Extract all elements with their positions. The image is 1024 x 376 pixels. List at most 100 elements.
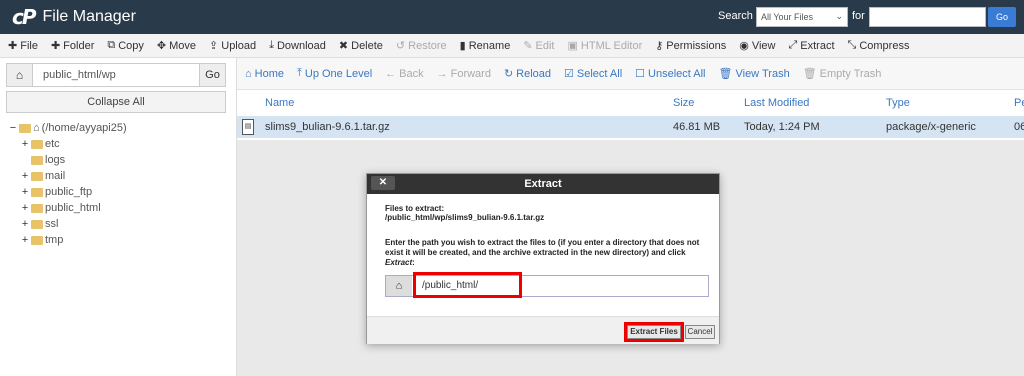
folder-icon xyxy=(31,187,43,197)
extract-icon: ⤢ xyxy=(788,39,798,51)
nav-item-label: Unselect All xyxy=(648,67,706,80)
column-type[interactable]: Type xyxy=(886,97,910,109)
archive-file-icon: ▤ xyxy=(242,119,254,135)
toolbar-item-label: Extract xyxy=(800,39,835,52)
brand[interactable]: cP File Manager xyxy=(12,5,136,29)
trash-icon: 🗑 xyxy=(718,68,733,80)
eye-icon: ◉ xyxy=(739,40,749,52)
cpanel-logo: cP xyxy=(12,5,36,29)
tree-item-label: logs xyxy=(45,154,66,166)
tree-item[interactable]: + tmp xyxy=(6,232,226,248)
toolbar-item-label: HTML Editor xyxy=(580,39,643,52)
tree-item[interactable]: − ⌂ (/home/ayyapi25) xyxy=(6,120,226,136)
tree-item[interactable]: + mail xyxy=(6,168,226,184)
plus-icon: ✚ xyxy=(50,40,61,52)
toolbar-restore-button: ↺ Restore xyxy=(396,39,447,53)
tree-item[interactable]: + ssl xyxy=(6,216,226,232)
toolbar-extract-button[interactable]: ⤢ Extract xyxy=(788,39,834,52)
plus-icon: ✚ xyxy=(8,40,18,52)
key-icon: ⚷ xyxy=(655,40,664,52)
tree-item-label: (/home/ayyapi25) xyxy=(41,122,127,134)
folder-icon xyxy=(31,171,43,181)
toolbar-rename-button[interactable]: ▮ Rename xyxy=(459,39,511,53)
instructions-emphasis: Extract xyxy=(385,258,413,267)
column-name[interactable]: Name xyxy=(265,97,294,109)
file-modified: Today, 1:24 PM xyxy=(744,121,820,133)
button-highlight-box xyxy=(624,322,684,342)
cancel-button[interactable]: Cancel xyxy=(685,325,715,339)
toolbar-item-label: Folder xyxy=(63,39,95,52)
expand-toggle-icon[interactable]: + xyxy=(20,186,30,198)
files-to-extract-label: Files to extract: xyxy=(385,204,445,213)
collapse-all-button[interactable]: Collapse All xyxy=(6,91,226,113)
table-header: Name Size Last Modified Type Pe xyxy=(237,94,1024,114)
nav-unselect-all-button[interactable]: ☐ Unselect All xyxy=(635,67,706,81)
home-icon[interactable]: ⌂ xyxy=(7,64,33,86)
toolbar-item-label: Edit xyxy=(535,39,555,52)
column-last-modified[interactable]: Last Modified xyxy=(744,97,809,109)
for-label: for xyxy=(852,10,865,22)
expand-toggle-icon[interactable]: + xyxy=(20,234,30,246)
toolbar: ✚ File ✚ Folder ⧉ Copy ✥ Move ⇪ Upload ⤓ Download ✖ D… xyxy=(0,34,1024,58)
home-icon: ⌂ xyxy=(245,67,252,80)
folder-icon xyxy=(19,123,31,133)
instructions-end: : xyxy=(412,258,415,267)
search-scope-select[interactable]: All Your Files ⌄ xyxy=(756,7,848,27)
search-go-button[interactable]: Go xyxy=(988,7,1016,27)
nav-view-trash-button[interactable]: 🗑 View Trash xyxy=(718,67,790,81)
nav-back-button: ← Back xyxy=(385,68,423,80)
toolbar-file-button[interactable]: ✚ File xyxy=(8,39,38,53)
toolbar-compress-button[interactable]: ⤡ Compress xyxy=(848,39,910,52)
toolbar-upload-button[interactable]: ⇪ Upload xyxy=(209,39,256,53)
tree-item[interactable]: + public_ftp xyxy=(6,184,226,200)
toolbar-download-button[interactable]: ⤓ Download xyxy=(269,39,326,52)
toolbar-item-label: Delete xyxy=(351,39,383,52)
input-highlight-box xyxy=(413,272,522,298)
directory-tree: − ⌂ (/home/ayyapi25) + etc logs + mail + public_f… xyxy=(6,120,226,248)
sidebar-path-input[interactable]: public_html/wp xyxy=(43,69,116,81)
tree-item[interactable]: logs xyxy=(6,152,226,168)
nav-select-all-button[interactable]: ☑ Select All xyxy=(564,67,622,81)
toolbar-item-label: View xyxy=(751,39,776,52)
extract-dialog: ✕ Extract Files to extract: /public_html… xyxy=(366,173,720,344)
collapse-toggle-icon[interactable]: − xyxy=(8,122,18,134)
toolbar-copy-button[interactable]: ⧉ Copy xyxy=(107,39,144,52)
toolbar-delete-button[interactable]: ✖ Delete xyxy=(339,39,383,53)
download-icon: ⤓ xyxy=(269,39,274,51)
file-name: slims9_bulian-9.6.1.tar.gz xyxy=(265,121,390,133)
file-type: package/x-generic xyxy=(886,121,976,133)
nav-item-label: Reload xyxy=(516,67,552,80)
column-size[interactable]: Size xyxy=(673,97,694,109)
column-permissions[interactable]: Pe xyxy=(1014,97,1024,109)
toolbar-move-button[interactable]: ✥ Move xyxy=(157,39,196,53)
toolbar-permissions-button[interactable]: ⚷ Permissions xyxy=(655,39,726,53)
app-title: File Manager xyxy=(42,8,136,25)
expand-toggle-icon[interactable]: + xyxy=(20,170,30,182)
search-input[interactable] xyxy=(869,7,986,27)
nav-home-button[interactable]: ⌂ Home xyxy=(245,68,284,80)
navigation-bar: ⌂ Home ⤒ Up One Level ← Back → Forward ↻ Reload ☑ S… xyxy=(237,58,1024,90)
toolbar-view-button[interactable]: ◉ View xyxy=(739,39,776,53)
sidebar-go-button[interactable]: Go xyxy=(199,64,225,86)
up-level-icon: ⤒ xyxy=(297,67,302,79)
dialog-body: Files to extract: /public_html/wp/slims9… xyxy=(367,194,719,278)
expand-toggle-icon[interactable]: + xyxy=(20,218,30,230)
folder-icon xyxy=(31,155,43,165)
expand-toggle-icon[interactable]: + xyxy=(20,202,30,214)
upload-icon: ⇪ xyxy=(209,40,219,52)
rename-icon: ▮ xyxy=(459,40,466,52)
table-row[interactable]: ▤ slims9_bulian-9.6.1.tar.gz 46.81 MB To… xyxy=(237,116,1024,138)
extract-instructions: Enter the path you wish to extract the f… xyxy=(385,238,705,268)
compress-icon: ⤡ xyxy=(847,39,857,51)
tree-item[interactable]: + public_html xyxy=(6,200,226,216)
folder-icon xyxy=(31,235,43,245)
dialog-header: ✕ Extract xyxy=(367,174,719,194)
toolbar-folder-button[interactable]: ✚ Folder xyxy=(50,39,95,53)
expand-toggle-icon[interactable]: + xyxy=(20,138,30,150)
nav-up-one-level-button[interactable]: ⤒ Up One Level xyxy=(297,67,372,80)
close-icon[interactable]: ✕ xyxy=(371,176,395,190)
tree-item-label: public_ftp xyxy=(45,186,93,198)
tree-item-label: tmp xyxy=(45,234,64,246)
tree-item[interactable]: + etc xyxy=(6,136,226,152)
nav-reload-button[interactable]: ↻ Reload xyxy=(504,67,552,81)
